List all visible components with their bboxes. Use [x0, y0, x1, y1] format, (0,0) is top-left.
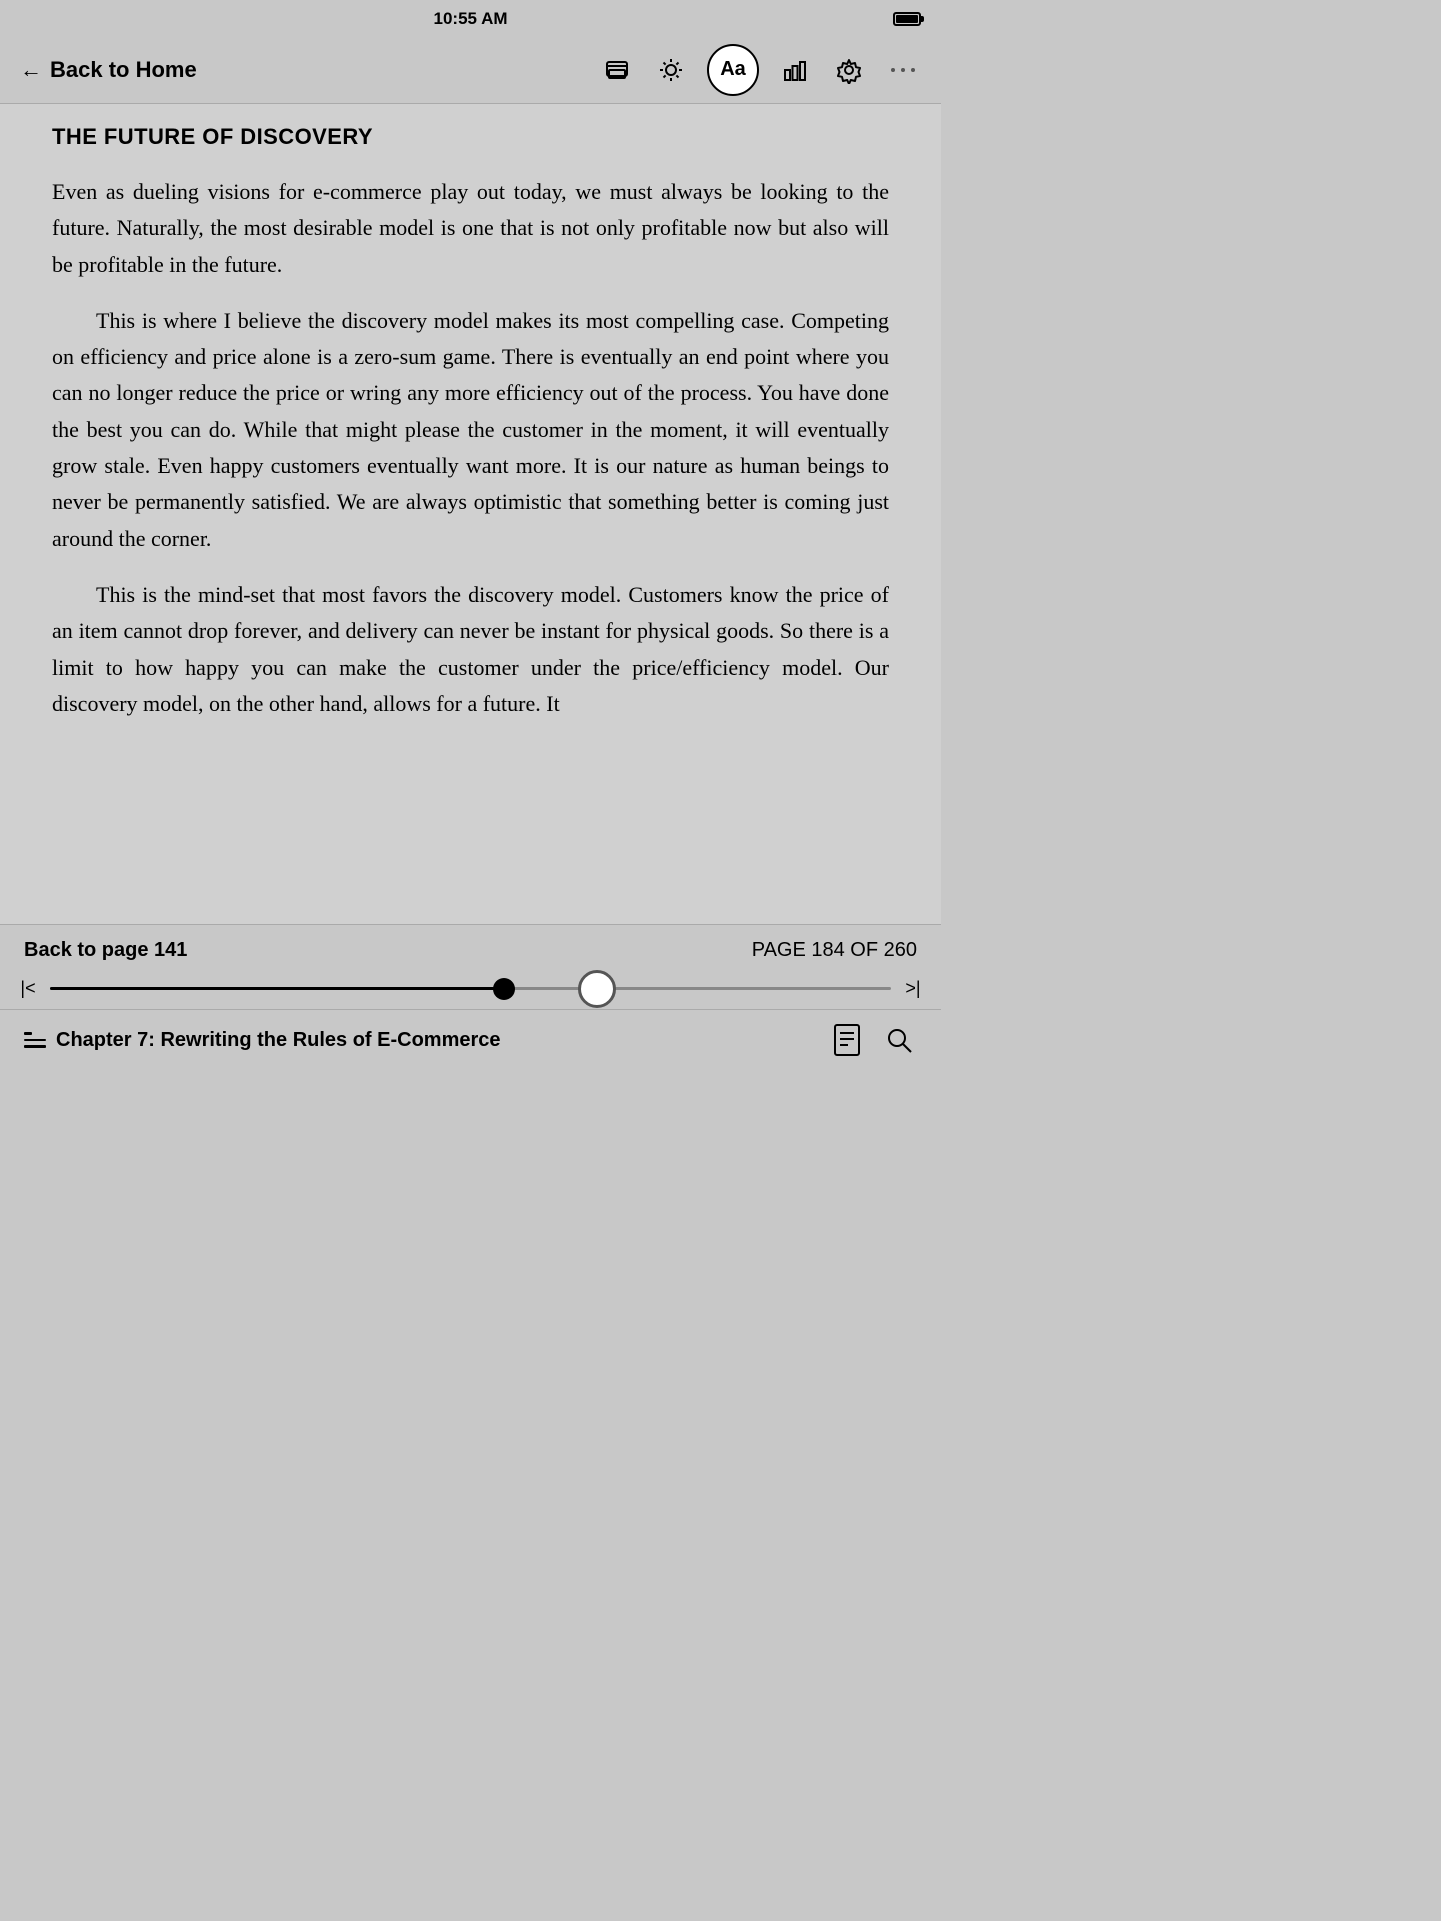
hamburger-line-1: [24, 1032, 32, 1035]
chapter-section-title: THE FUTURE OF DISCOVERY: [52, 124, 889, 150]
page-info-bar: Back to page 141 PAGE 184 OF 260: [0, 925, 941, 970]
cards-icon[interactable]: [599, 52, 635, 88]
back-label: Back to Home: [50, 57, 197, 83]
hamburger-line-3: [24, 1045, 46, 1048]
slider-thumb-circle[interactable]: [578, 970, 616, 1008]
back-to-page-button[interactable]: Back to page 141: [24, 939, 187, 962]
page-count: PAGE 184 OF 260: [752, 939, 917, 962]
toolbar-left: Chapter 7: Rewriting the Rules of E-Comm…: [24, 1029, 829, 1052]
paragraph-1: Even as dueling visions for e-commerce p…: [52, 174, 889, 283]
bottom-nav: Back to page 141 PAGE 184 OF 260 |< >| C…: [0, 924, 941, 1074]
nav-bar: ← Back to Home: [0, 36, 941, 104]
toolbar-right: [829, 1022, 917, 1058]
battery-icon: [893, 12, 921, 26]
back-arrow-icon: ←: [20, 59, 42, 81]
bottom-toolbar: Chapter 7: Rewriting the Rules of E-Comm…: [0, 1009, 941, 1074]
hamburger-line-2: [24, 1039, 46, 1042]
chart-icon[interactable]: [777, 52, 813, 88]
slider-thumb-main[interactable]: [493, 978, 515, 1000]
progress-slider[interactable]: [50, 987, 891, 990]
paragraph-3: This is the mind-set that most favors th…: [52, 577, 889, 722]
brightness-icon[interactable]: [653, 52, 689, 88]
search-icon[interactable]: [881, 1022, 917, 1058]
font-button[interactable]: Aa: [707, 44, 759, 96]
nav-icons: Aa: [599, 44, 921, 96]
back-button[interactable]: ← Back to Home: [20, 57, 599, 83]
content-area: THE FUTURE OF DISCOVERY Even as dueling …: [0, 104, 941, 924]
status-bar: 10:55 AM: [0, 0, 941, 36]
slider-filled: [50, 987, 504, 990]
slider-container: |< >|: [0, 970, 941, 1009]
chapter-label: Chapter 7: Rewriting the Rules of E-Comm…: [56, 1029, 501, 1052]
more-icon[interactable]: [885, 52, 921, 88]
slider-start-icon[interactable]: |<: [16, 978, 40, 999]
settings-icon[interactable]: [831, 52, 867, 88]
status-time: 10:55 AM: [433, 9, 507, 29]
notes-icon[interactable]: [829, 1022, 865, 1058]
slider-end-icon[interactable]: >|: [901, 978, 925, 999]
paragraph-2: This is where I believe the discovery mo…: [52, 303, 889, 557]
list-icon[interactable]: [24, 1032, 46, 1048]
